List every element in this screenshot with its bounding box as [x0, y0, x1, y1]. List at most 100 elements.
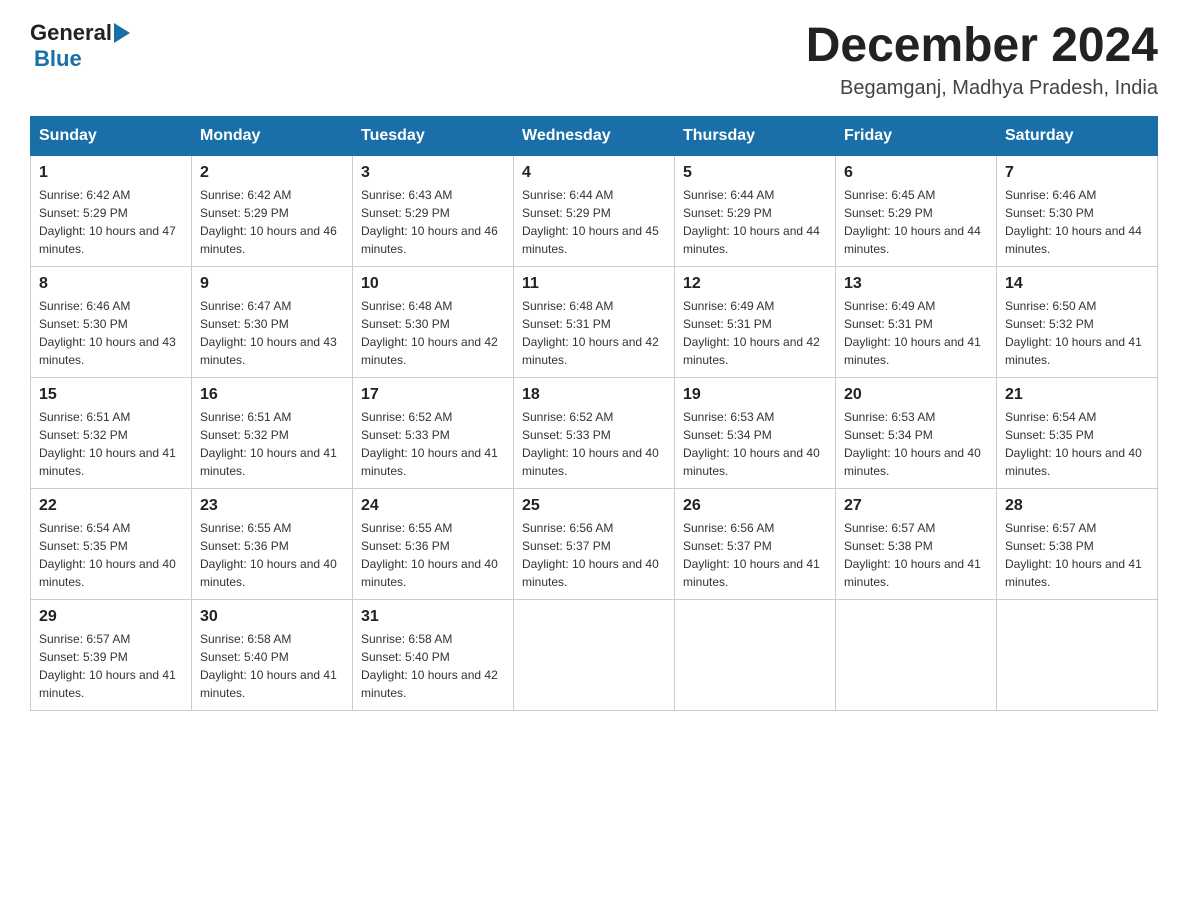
day-info: Sunrise: 6:42 AMSunset: 5:29 PMDaylight:… — [39, 186, 183, 258]
day-number: 1 — [39, 164, 183, 182]
day-info: Sunrise: 6:51 AMSunset: 5:32 PMDaylight:… — [200, 408, 344, 480]
logo-general-text: General — [30, 20, 112, 46]
day-info: Sunrise: 6:44 AMSunset: 5:29 PMDaylight:… — [522, 186, 666, 258]
weekday-header-sunday: Sunday — [31, 116, 192, 155]
day-number: 17 — [361, 386, 505, 404]
calendar-day-cell: 7 Sunrise: 6:46 AMSunset: 5:30 PMDaylight… — [997, 155, 1158, 266]
calendar-day-cell: 30Sunrise: 6:58 AMSunset: 5:40 PMDayligh… — [192, 599, 353, 710]
calendar-day-cell: 28 Sunrise: 6:57 AMSunset: 5:38 PMDayligh… — [997, 488, 1158, 599]
calendar-day-cell: 17 Sunrise: 6:52 AMSunset: 5:33 PMDayligh… — [353, 377, 514, 488]
calendar-day-cell: 6 Sunrise: 6:45 AMSunset: 5:29 PMDaylight… — [836, 155, 997, 266]
day-number: 9 — [200, 275, 344, 293]
day-number: 31 — [361, 608, 505, 626]
calendar-day-cell: 26 Sunrise: 6:56 AMSunset: 5:37 PMDayligh… — [675, 488, 836, 599]
day-number: 5 — [683, 164, 827, 182]
calendar-day-cell: 29 Sunrise: 6:57 AMSunset: 5:39 PMDayligh… — [31, 599, 192, 710]
day-number: 30 — [200, 608, 344, 626]
day-info: Sunrise: 6:43 AMSunset: 5:29 PMDaylight:… — [361, 186, 505, 258]
day-number: 13 — [844, 275, 988, 293]
weekday-header-tuesday: Tuesday — [353, 116, 514, 155]
day-number: 23 — [200, 497, 344, 515]
day-number: 16 — [200, 386, 344, 404]
calendar-day-cell: 12 Sunrise: 6:49 AMSunset: 5:31 PMDayligh… — [675, 266, 836, 377]
empty-cell — [675, 599, 836, 710]
calendar-day-cell: 1 Sunrise: 6:42 AMSunset: 5:29 PMDaylight… — [31, 155, 192, 266]
calendar-day-cell: 24Sunrise: 6:55 AMSunset: 5:36 PMDayligh… — [353, 488, 514, 599]
calendar-day-cell: 9 Sunrise: 6:47 AMSunset: 5:30 PMDaylight… — [192, 266, 353, 377]
day-info: Sunrise: 6:54 AMSunset: 5:35 PMDaylight:… — [39, 519, 183, 591]
calendar-day-cell: 10 Sunrise: 6:48 AMSunset: 5:30 PMDayligh… — [353, 266, 514, 377]
day-number: 4 — [522, 164, 666, 182]
day-info: Sunrise: 6:44 AMSunset: 5:29 PMDaylight:… — [683, 186, 827, 258]
logo-blue-text: Blue — [34, 46, 82, 71]
day-number: 28 — [1005, 497, 1149, 515]
calendar-week-row: 1 Sunrise: 6:42 AMSunset: 5:29 PMDaylight… — [31, 155, 1158, 266]
day-info: Sunrise: 6:52 AMSunset: 5:33 PMDaylight:… — [361, 408, 505, 480]
weekday-header-saturday: Saturday — [997, 116, 1158, 155]
calendar-day-cell: 18 Sunrise: 6:52 AMSunset: 5:33 PMDayligh… — [514, 377, 675, 488]
logo-triangle-icon — [114, 23, 130, 43]
day-info: Sunrise: 6:51 AMSunset: 5:32 PMDaylight:… — [39, 408, 183, 480]
day-info: Sunrise: 6:42 AMSunset: 5:29 PMDaylight:… — [200, 186, 344, 258]
day-info: Sunrise: 6:54 AMSunset: 5:35 PMDaylight:… — [1005, 408, 1149, 480]
day-number: 26 — [683, 497, 827, 515]
calendar-day-cell: 22 Sunrise: 6:54 AMSunset: 5:35 PMDayligh… — [31, 488, 192, 599]
day-info: Sunrise: 6:53 AMSunset: 5:34 PMDaylight:… — [683, 408, 827, 480]
calendar-day-cell: 27 Sunrise: 6:57 AMSunset: 5:38 PMDayligh… — [836, 488, 997, 599]
calendar-week-row: 22 Sunrise: 6:54 AMSunset: 5:35 PMDayligh… — [31, 488, 1158, 599]
calendar-week-row: 8Sunrise: 6:46 AMSunset: 5:30 PMDaylight… — [31, 266, 1158, 377]
calendar-day-cell: 16 Sunrise: 6:51 AMSunset: 5:32 PMDayligh… — [192, 377, 353, 488]
day-number: 18 — [522, 386, 666, 404]
logo: General Blue — [30, 20, 130, 72]
weekday-header-friday: Friday — [836, 116, 997, 155]
day-info: Sunrise: 6:49 AMSunset: 5:31 PMDaylight:… — [683, 297, 827, 369]
day-info: Sunrise: 6:48 AMSunset: 5:31 PMDaylight:… — [522, 297, 666, 369]
day-number: 2 — [200, 164, 344, 182]
calendar-day-cell: 15Sunrise: 6:51 AMSunset: 5:32 PMDayligh… — [31, 377, 192, 488]
calendar-day-cell: 19 Sunrise: 6:53 AMSunset: 5:34 PMDayligh… — [675, 377, 836, 488]
day-info: Sunrise: 6:46 AMSunset: 5:30 PMDaylight:… — [39, 297, 183, 369]
day-number: 14 — [1005, 275, 1149, 293]
empty-cell — [997, 599, 1158, 710]
day-number: 24 — [361, 497, 505, 515]
day-info: Sunrise: 6:57 AMSunset: 5:38 PMDaylight:… — [844, 519, 988, 591]
day-number: 22 — [39, 497, 183, 515]
day-info: Sunrise: 6:48 AMSunset: 5:30 PMDaylight:… — [361, 297, 505, 369]
empty-cell — [836, 599, 997, 710]
day-number: 29 — [39, 608, 183, 626]
calendar-day-cell: 11Sunrise: 6:48 AMSunset: 5:31 PMDayligh… — [514, 266, 675, 377]
day-info: Sunrise: 6:52 AMSunset: 5:33 PMDaylight:… — [522, 408, 666, 480]
day-number: 10 — [361, 275, 505, 293]
day-info: Sunrise: 6:53 AMSunset: 5:34 PMDaylight:… — [844, 408, 988, 480]
weekday-header-thursday: Thursday — [675, 116, 836, 155]
day-info: Sunrise: 6:49 AMSunset: 5:31 PMDaylight:… — [844, 297, 988, 369]
day-info: Sunrise: 6:57 AMSunset: 5:39 PMDaylight:… — [39, 630, 183, 702]
day-number: 19 — [683, 386, 827, 404]
day-number: 12 — [683, 275, 827, 293]
weekday-header-wednesday: Wednesday — [514, 116, 675, 155]
calendar-day-cell: 20 Sunrise: 6:53 AMSunset: 5:34 PMDayligh… — [836, 377, 997, 488]
day-info: Sunrise: 6:47 AMSunset: 5:30 PMDaylight:… — [200, 297, 344, 369]
day-info: Sunrise: 6:57 AMSunset: 5:38 PMDaylight:… — [1005, 519, 1149, 591]
calendar-day-cell: 21Sunrise: 6:54 AMSunset: 5:35 PMDayligh… — [997, 377, 1158, 488]
calendar-day-cell: 4 Sunrise: 6:44 AMSunset: 5:29 PMDaylight… — [514, 155, 675, 266]
day-number: 7 — [1005, 164, 1149, 182]
calendar-day-cell: 8Sunrise: 6:46 AMSunset: 5:30 PMDaylight… — [31, 266, 192, 377]
day-number: 3 — [361, 164, 505, 182]
page-header: General Blue December 2024 Begamganj, Ma… — [30, 20, 1158, 100]
day-info: Sunrise: 6:50 AMSunset: 5:32 PMDaylight:… — [1005, 297, 1149, 369]
calendar-day-cell: 25Sunrise: 6:56 AMSunset: 5:37 PMDayligh… — [514, 488, 675, 599]
day-number: 20 — [844, 386, 988, 404]
day-info: Sunrise: 6:46 AMSunset: 5:30 PMDaylight:… — [1005, 186, 1149, 258]
calendar-day-cell: 5 Sunrise: 6:44 AMSunset: 5:29 PMDaylight… — [675, 155, 836, 266]
day-info: Sunrise: 6:45 AMSunset: 5:29 PMDaylight:… — [844, 186, 988, 258]
day-number: 27 — [844, 497, 988, 515]
weekday-header-monday: Monday — [192, 116, 353, 155]
title-area: December 2024 Begamganj, Madhya Pradesh,… — [806, 20, 1158, 100]
day-info: Sunrise: 6:56 AMSunset: 5:37 PMDaylight:… — [683, 519, 827, 591]
calendar-table: SundayMondayTuesdayWednesdayThursdayFrid… — [30, 116, 1158, 711]
calendar-week-row: 15Sunrise: 6:51 AMSunset: 5:32 PMDayligh… — [31, 377, 1158, 488]
day-number: 6 — [844, 164, 988, 182]
weekday-header-row: SundayMondayTuesdayWednesdayThursdayFrid… — [31, 116, 1158, 155]
calendar-day-cell: 31Sunrise: 6:58 AMSunset: 5:40 PMDayligh… — [353, 599, 514, 710]
